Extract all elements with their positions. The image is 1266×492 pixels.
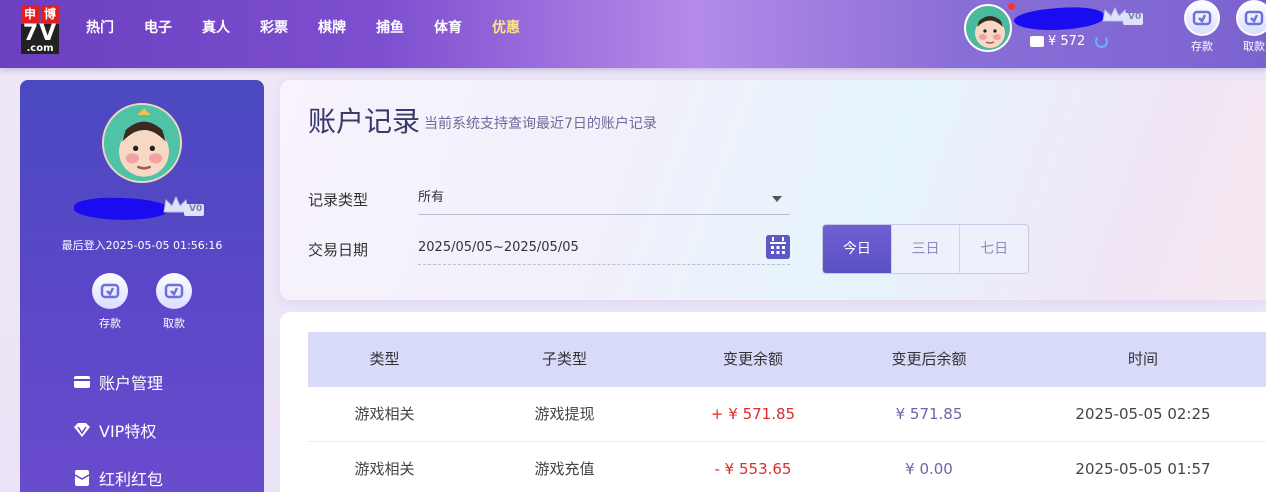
card-icon xyxy=(73,373,91,391)
record-type-label: 记录类型 xyxy=(308,191,369,209)
sidebar-item-account-management[interactable]: 账户管理 xyxy=(73,370,163,394)
nav-item-promotions[interactable]: 优惠 xyxy=(492,18,520,38)
sidebar-withdraw-button[interactable]: 取款 xyxy=(154,273,194,331)
header-withdraw-label: 取款 xyxy=(1243,40,1265,53)
nav-item-chess[interactable]: 棋牌 xyxy=(318,18,346,38)
column-subtype: 子类型 xyxy=(541,350,587,368)
redacted-username xyxy=(73,195,170,223)
sidebar-item-bonus[interactable]: 红利红包 xyxy=(73,466,163,490)
cell-balance-after: ¥ 0.00 xyxy=(905,460,953,478)
range-today-button[interactable]: 今日 xyxy=(823,225,891,273)
record-type-select[interactable]: 所有 xyxy=(418,181,790,215)
diamond-icon xyxy=(73,421,91,439)
avatar-face-icon xyxy=(104,105,180,181)
page-title: 账户记录 xyxy=(308,105,421,138)
trade-date-picker[interactable]: 2025/05/05~2025/05/05 xyxy=(418,231,790,265)
records-table-panel: 类型 子类型 变更余额 变更后余额 时间 游戏相关 游戏提现 + ¥ 571.8… xyxy=(280,312,1266,492)
nav-item-hot[interactable]: 热门 xyxy=(86,18,114,38)
nav-item-electronic[interactable]: 电子 xyxy=(144,18,172,38)
cell-balance-after: ¥ 571.85 xyxy=(895,405,963,423)
redacted-username xyxy=(1013,4,1105,34)
sidebar-deposit-button[interactable]: 存款 xyxy=(90,273,130,331)
trade-date-value: 2025/05/05~2025/05/05 xyxy=(418,240,579,255)
envelope-icon xyxy=(73,469,91,487)
cell-type: 游戏相关 xyxy=(354,405,415,423)
withdraw-icon xyxy=(1236,0,1266,36)
vip-crown-icon: V0 xyxy=(1101,5,1145,27)
sidebar-withdraw-label: 取款 xyxy=(163,317,185,330)
header-withdraw-button[interactable]: 取款 xyxy=(1234,0,1266,54)
wallet-balance: ¥ 572 xyxy=(1030,34,1109,49)
balance-amount: ¥ 572 xyxy=(1048,34,1086,49)
withdraw-icon xyxy=(156,273,192,309)
vip-level: V0 xyxy=(189,204,203,214)
record-filter-panel: 账户记录 当前系统支持查询最近7日的账户记录 记录类型 所有 交易日期 2025… xyxy=(280,80,1266,300)
vip-level: V0 xyxy=(1128,12,1142,22)
sidebar-item-vip[interactable]: VIP特权 xyxy=(73,418,163,442)
range-seven-days-button[interactable]: 七日 xyxy=(959,225,1028,273)
column-balance-after: 变更后余额 xyxy=(891,350,967,368)
vip-crown-icon: V0 xyxy=(162,194,206,218)
site-logo[interactable]: 申 博 7V .com xyxy=(21,5,61,54)
cell-change-amount: - ¥ 553.65 xyxy=(714,460,792,478)
cell-type: 游戏相关 xyxy=(354,460,415,478)
nav-item-sports[interactable]: 体育 xyxy=(434,18,462,38)
record-type-value: 所有 xyxy=(418,190,445,205)
range-three-days-button[interactable]: 三日 xyxy=(890,225,960,273)
cell-subtype: 游戏充值 xyxy=(534,460,595,478)
cell-subtype: 游戏提现 xyxy=(534,405,595,423)
trade-date-label: 交易日期 xyxy=(308,241,369,259)
sidebar-menu: 账户管理 VIP特权 红利红包 xyxy=(73,370,163,492)
calendar-icon[interactable] xyxy=(766,235,790,259)
nav-item-live[interactable]: 真人 xyxy=(202,18,230,38)
table-row: 游戏相关 游戏充值 - ¥ 553.65 ¥ 0.00 2025-05-05 0… xyxy=(308,442,1266,492)
column-time: 时间 xyxy=(1127,350,1158,368)
sidebar-item-label: 红利红包 xyxy=(99,470,164,489)
profile-avatar[interactable] xyxy=(102,103,182,183)
sidebar-item-label: 账户管理 xyxy=(99,374,164,393)
account-sidebar: V0 最后登入2025-05-05 01:56:16 存款 取款 账户管理 VI… xyxy=(20,80,264,492)
sidebar-deposit-label: 存款 xyxy=(99,317,121,330)
date-range-toggle: 今日 三日 七日 xyxy=(822,224,1029,274)
logo-domain: .com xyxy=(21,44,59,54)
column-change-amount: 变更余额 xyxy=(722,350,783,368)
cell-time: 2025-05-05 02:25 xyxy=(1075,405,1211,423)
cell-time: 2025-05-05 01:57 xyxy=(1075,460,1211,478)
header-deposit-label: 存款 xyxy=(1191,40,1213,53)
wallet-icon xyxy=(1030,36,1044,47)
header-avatar[interactable] xyxy=(964,4,1012,52)
deposit-icon xyxy=(1184,0,1220,36)
notification-dot xyxy=(1008,3,1015,10)
cell-change-amount: + ¥ 571.85 xyxy=(710,405,796,423)
logo-mark: 7V xyxy=(21,21,59,46)
last-login-time: 最后登入2025-05-05 01:56:16 xyxy=(61,239,223,252)
table-header: 类型 子类型 变更余额 变更后余额 时间 xyxy=(308,332,1266,387)
header-deposit-button[interactable]: 存款 xyxy=(1182,0,1222,54)
page-subtitle: 当前系统支持查询最近7日的账户记录 xyxy=(424,116,657,132)
nav-item-lottery[interactable]: 彩票 xyxy=(260,18,288,38)
chevron-down-icon xyxy=(772,196,782,202)
top-navigation-bar: 申 博 7V .com 热门 电子 真人 彩票 棋牌 捕鱼 体育 优惠 V0 ¥… xyxy=(0,0,1266,68)
column-type: 类型 xyxy=(369,350,400,368)
avatar-face-icon xyxy=(966,6,1010,50)
deposit-icon xyxy=(92,273,128,309)
main-nav: 热门 电子 真人 彩票 棋牌 捕鱼 体育 优惠 xyxy=(86,18,550,38)
table-row: 游戏相关 游戏提现 + ¥ 571.85 ¥ 571.85 2025-05-05… xyxy=(308,387,1266,442)
refresh-icon[interactable] xyxy=(1095,35,1109,48)
sidebar-item-label: VIP特权 xyxy=(99,422,157,441)
nav-item-fishing[interactable]: 捕鱼 xyxy=(376,18,404,38)
